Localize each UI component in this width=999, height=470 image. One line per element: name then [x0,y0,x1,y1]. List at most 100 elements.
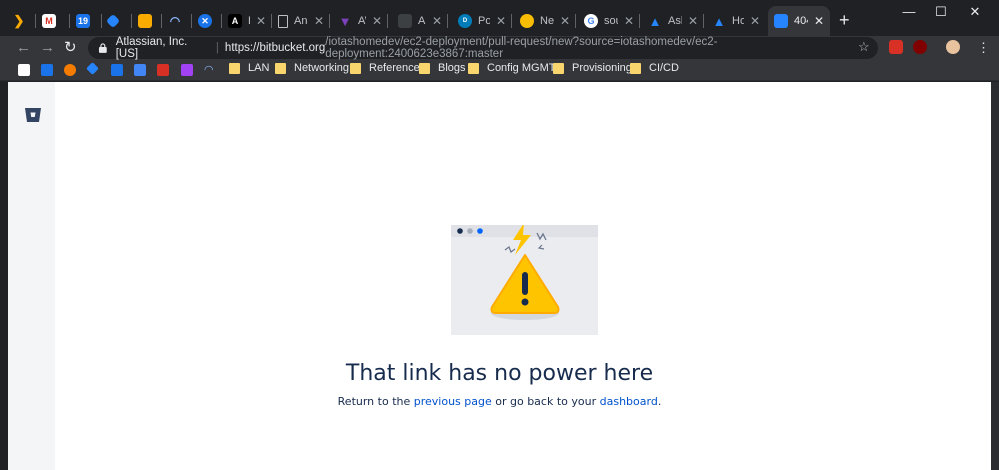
folder-icon [275,62,286,74]
tab-title: Ansi [294,15,308,27]
avatar[interactable] [946,40,960,54]
tab-13[interactable]: New ✕ [514,6,576,36]
folder-label: LAN [248,62,270,74]
folder-icon [229,62,240,74]
forward-arrow-icon[interactable]: → [40,39,55,57]
extension-ublock-icon[interactable] [913,40,927,54]
bitbucket-icon [774,14,788,28]
maximize-button[interactable]: ☐ [926,4,956,20]
message-text-after: . [657,395,662,408]
tab-15[interactable]: ▲ Ask ✕ [642,6,704,36]
tab-2[interactable]: M [36,6,70,36]
box-icon [138,14,152,28]
tab-9[interactable]: Ansi ✕ [272,6,330,36]
tab-title: Best [248,15,250,27]
dell-icon: D [458,14,472,28]
tab-3[interactable]: 19 [70,6,102,36]
bookmark-aws-icon[interactable] [64,64,76,76]
bookmark-folder-networking[interactable]: Networking [275,62,349,74]
tab-title: Ask [668,15,682,27]
tab-14[interactable]: G sou ✕ [578,6,640,36]
terraform-icon: ▼ [338,13,352,29]
atlassian-icon: ▲ [648,13,662,29]
browser-toolbar: ← → ↻ Atlassian, Inc. [US] | https://bit… [0,36,999,60]
new-tab-button[interactable]: + [839,10,850,31]
folder-label: CI/CD [649,62,679,74]
address-bar[interactable]: Atlassian, Inc. [US] | https://bitbucket… [88,36,878,60]
close-icon[interactable]: ✕ [256,14,266,28]
tab-strip: ❯ M 19 ◠ ✕ A Best ✕ Ansi ✕ ▼ AWS ✕ Ang ✕… [0,0,999,36]
folder-label: Config MGMT [487,62,556,74]
back-arrow-icon[interactable]: ← [16,39,31,57]
tab-5[interactable] [132,6,162,36]
extension-lastpass-icon[interactable] [889,40,903,54]
calendar-icon: 19 [76,14,90,28]
bookmark-pen-icon[interactable] [134,64,146,76]
close-icon[interactable]: ✕ [688,14,698,28]
global-sidebar [8,82,55,470]
bookmark-confluence-icon[interactable] [111,64,123,76]
tab-title: sou [604,15,618,27]
bookmark-speedometer-icon[interactable]: ◠ [204,64,216,76]
gmail-icon: M [42,14,56,28]
lock-icon [98,43,107,53]
bookmark-folder-provisioning[interactable]: Provisioning [553,62,632,74]
bookmark-gmail-icon[interactable] [18,64,30,76]
url-path: /iotashomedev/ec2-deployment/pull-reques… [325,36,718,60]
bookmark-jira-icon[interactable] [86,62,99,75]
tab-4[interactable] [102,6,132,36]
close-icon[interactable]: ✕ [624,14,634,28]
tab-title: 404 [794,15,808,27]
bookmark-folder-blogs[interactable]: Blogs [419,62,466,74]
close-icon[interactable]: ✕ [814,14,824,28]
x-circle-icon: ✕ [198,14,212,28]
message-text-middle: or go back to your [491,395,600,408]
close-icon[interactable]: ✕ [496,14,506,28]
tab-7[interactable]: ✕ [192,6,222,36]
tab-1[interactable]: ❯ [6,6,36,36]
tab-title: AWS [358,15,366,27]
bookmark-octopus-icon[interactable] [181,64,193,76]
lemon-icon [520,14,534,28]
tab-title: Pow [478,15,490,27]
folder-icon [630,62,641,74]
close-icon[interactable]: ✕ [372,14,382,28]
tab-active[interactable]: 404 ✕ [768,6,830,36]
folder-icon [350,62,361,74]
url-host: https://bitbucket.org [224,42,326,54]
bookmark-folder-config-mgmt[interactable]: Config MGMT [468,62,555,74]
tab-6[interactable]: ◠ [162,6,192,36]
folder-icon [553,62,564,74]
tab-title: New [540,15,554,27]
speedometer-icon: ◠ [169,14,181,28]
bookmarks-bar: ◠ LAN Networking Reference Blogs Config … [0,60,999,81]
document-icon [278,14,288,28]
bookmark-star-icon[interactable]: ☆ [858,39,870,55]
close-icon[interactable]: ✕ [750,14,760,28]
minimize-button[interactable]: — [894,4,924,19]
dashboard-link[interactable]: dashboard [600,395,658,408]
bitbucket-logo-icon[interactable] [24,107,42,123]
tab-12[interactable]: D Pow ✕ [452,6,512,36]
close-window-button[interactable]: ✕ [960,4,990,20]
bookmark-flag-icon[interactable] [157,64,169,76]
tab-title: Ang [418,15,426,27]
folder-icon [419,62,430,74]
reload-icon[interactable]: ↻ [64,39,77,57]
close-icon[interactable]: ✕ [432,14,442,28]
close-icon[interactable]: ✕ [560,14,570,28]
bookmark-calendar-icon[interactable] [41,64,53,76]
bookmark-folder-reference[interactable]: Reference [350,62,420,74]
tab-8[interactable]: A Best ✕ [222,6,272,36]
tab-11[interactable]: Ang ✕ [392,6,448,36]
folder-label: Provisioning [572,62,632,74]
tab-title: How [732,15,744,27]
bookmark-folder-ci-cd[interactable]: CI/CD [630,62,679,74]
close-icon[interactable]: ✕ [314,14,324,28]
bookmark-folder-lan[interactable]: LAN [229,62,269,74]
message-text-before: Return to the [337,395,414,408]
tab-10[interactable]: ▼ AWS ✕ [332,6,388,36]
menu-dots-icon[interactable]: ⋮ [977,39,990,57]
tab-16[interactable]: ▲ How ✕ [706,6,766,36]
previous-page-link[interactable]: previous page [414,395,492,408]
